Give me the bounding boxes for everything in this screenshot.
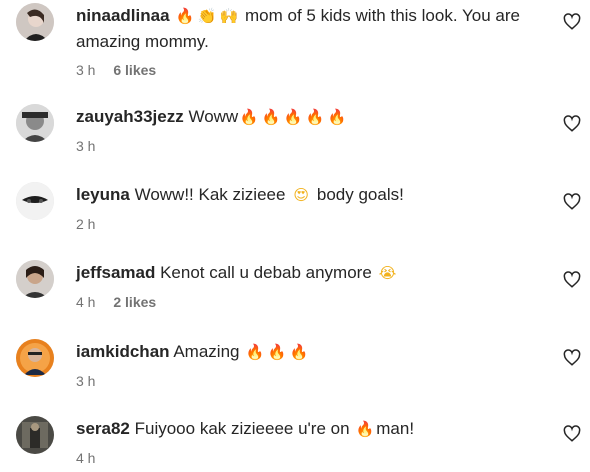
- comment-time: 3 h: [76, 138, 96, 154]
- comment-body: Woww: [183, 107, 239, 126]
- comment-text: sera82 Fuiyooo kak zizieeee u're on 🔥man…: [76, 416, 546, 442]
- comment-username[interactable]: jeffsamad: [76, 263, 155, 282]
- comment-meta: 3 h 6 likes: [76, 61, 546, 79]
- comment-time: 2 h: [76, 216, 96, 232]
- comment-meta: 4 h 2 likes: [76, 293, 546, 311]
- comment-text: jeffsamad Kenot call u debab anymore 😭: [76, 260, 546, 286]
- comment-body: Kenot call u debab anymore: [155, 263, 377, 282]
- comment-text: ninaadlinaa 🔥 👏 🙌 mom of 5 kids with this …: [76, 3, 546, 54]
- fire-emoji: 🔥: [289, 343, 309, 361]
- comment-username[interactable]: sera82: [76, 419, 130, 438]
- comment-time: 3 h: [76, 62, 96, 78]
- avatar[interactable]: [16, 339, 54, 377]
- fire-emoji: 🔥: [305, 108, 325, 126]
- fire-emoji: 🔥: [267, 343, 287, 361]
- comment-text: iamkidchan Amazing 🔥 🔥 🔥: [76, 339, 546, 365]
- comment-likes[interactable]: 6 likes: [113, 62, 156, 78]
- comment-username[interactable]: ninaadlinaa: [76, 6, 170, 25]
- comment-meta: 2 h: [76, 215, 546, 233]
- avatar[interactable]: [16, 416, 54, 454]
- heart-outline-icon[interactable]: [563, 193, 581, 211]
- fire-emoji: 🔥: [175, 7, 195, 25]
- avatar[interactable]: [16, 3, 54, 41]
- heart-eyes-emoji: 😍: [293, 186, 309, 204]
- fire-emoji: 🔥: [239, 108, 259, 126]
- comment-username[interactable]: leyuna: [76, 185, 130, 204]
- fire-emoji: 🔥: [327, 108, 347, 126]
- comment-body: Woww!! Kak zizieee: [129, 185, 291, 204]
- comment-username[interactable]: zauyah33jezz: [76, 107, 184, 126]
- comment-body: Amazing: [169, 342, 245, 361]
- comment-body-continued: man!: [376, 419, 415, 438]
- heart-outline-icon[interactable]: [563, 115, 581, 133]
- fire-emoji: 🔥: [355, 420, 375, 438]
- raising-hands-emoji: 🙌: [219, 7, 239, 25]
- loudly-crying-face-emoji: 😭: [378, 264, 397, 282]
- comment-meta: 3 h: [76, 137, 546, 155]
- comment-text: leyuna Woww!! Kak zizieee 😍 body goals!: [76, 182, 546, 208]
- avatar[interactable]: [16, 182, 54, 220]
- heart-outline-icon[interactable]: [563, 13, 581, 31]
- comment-likes[interactable]: 2 likes: [113, 294, 156, 310]
- comment-meta: 4 h: [76, 449, 546, 467]
- heart-outline-icon[interactable]: [563, 271, 581, 289]
- clapping-hands-emoji: 👏: [197, 7, 217, 25]
- comment-body-continued: body goals!: [312, 185, 404, 204]
- comment-time: 3 h: [76, 373, 96, 389]
- fire-emoji: 🔥: [261, 108, 281, 126]
- comment-body: Fuiyooo kak zizieeee u're on: [129, 419, 355, 438]
- comment-text: zauyah33jezz Woww 🔥 🔥 🔥 🔥 🔥: [76, 104, 546, 130]
- comment-time: 4 h: [76, 294, 96, 310]
- avatar[interactable]: [16, 260, 54, 298]
- heart-outline-icon[interactable]: [563, 349, 581, 367]
- avatar[interactable]: [16, 104, 54, 142]
- comment-time: 4 h: [76, 450, 96, 466]
- fire-emoji: 🔥: [245, 343, 265, 361]
- fire-emoji: 🔥: [283, 108, 303, 126]
- comment-username[interactable]: iamkidchan: [76, 342, 170, 361]
- heart-outline-icon[interactable]: [563, 425, 581, 443]
- comment-meta: 3 h: [76, 372, 546, 390]
